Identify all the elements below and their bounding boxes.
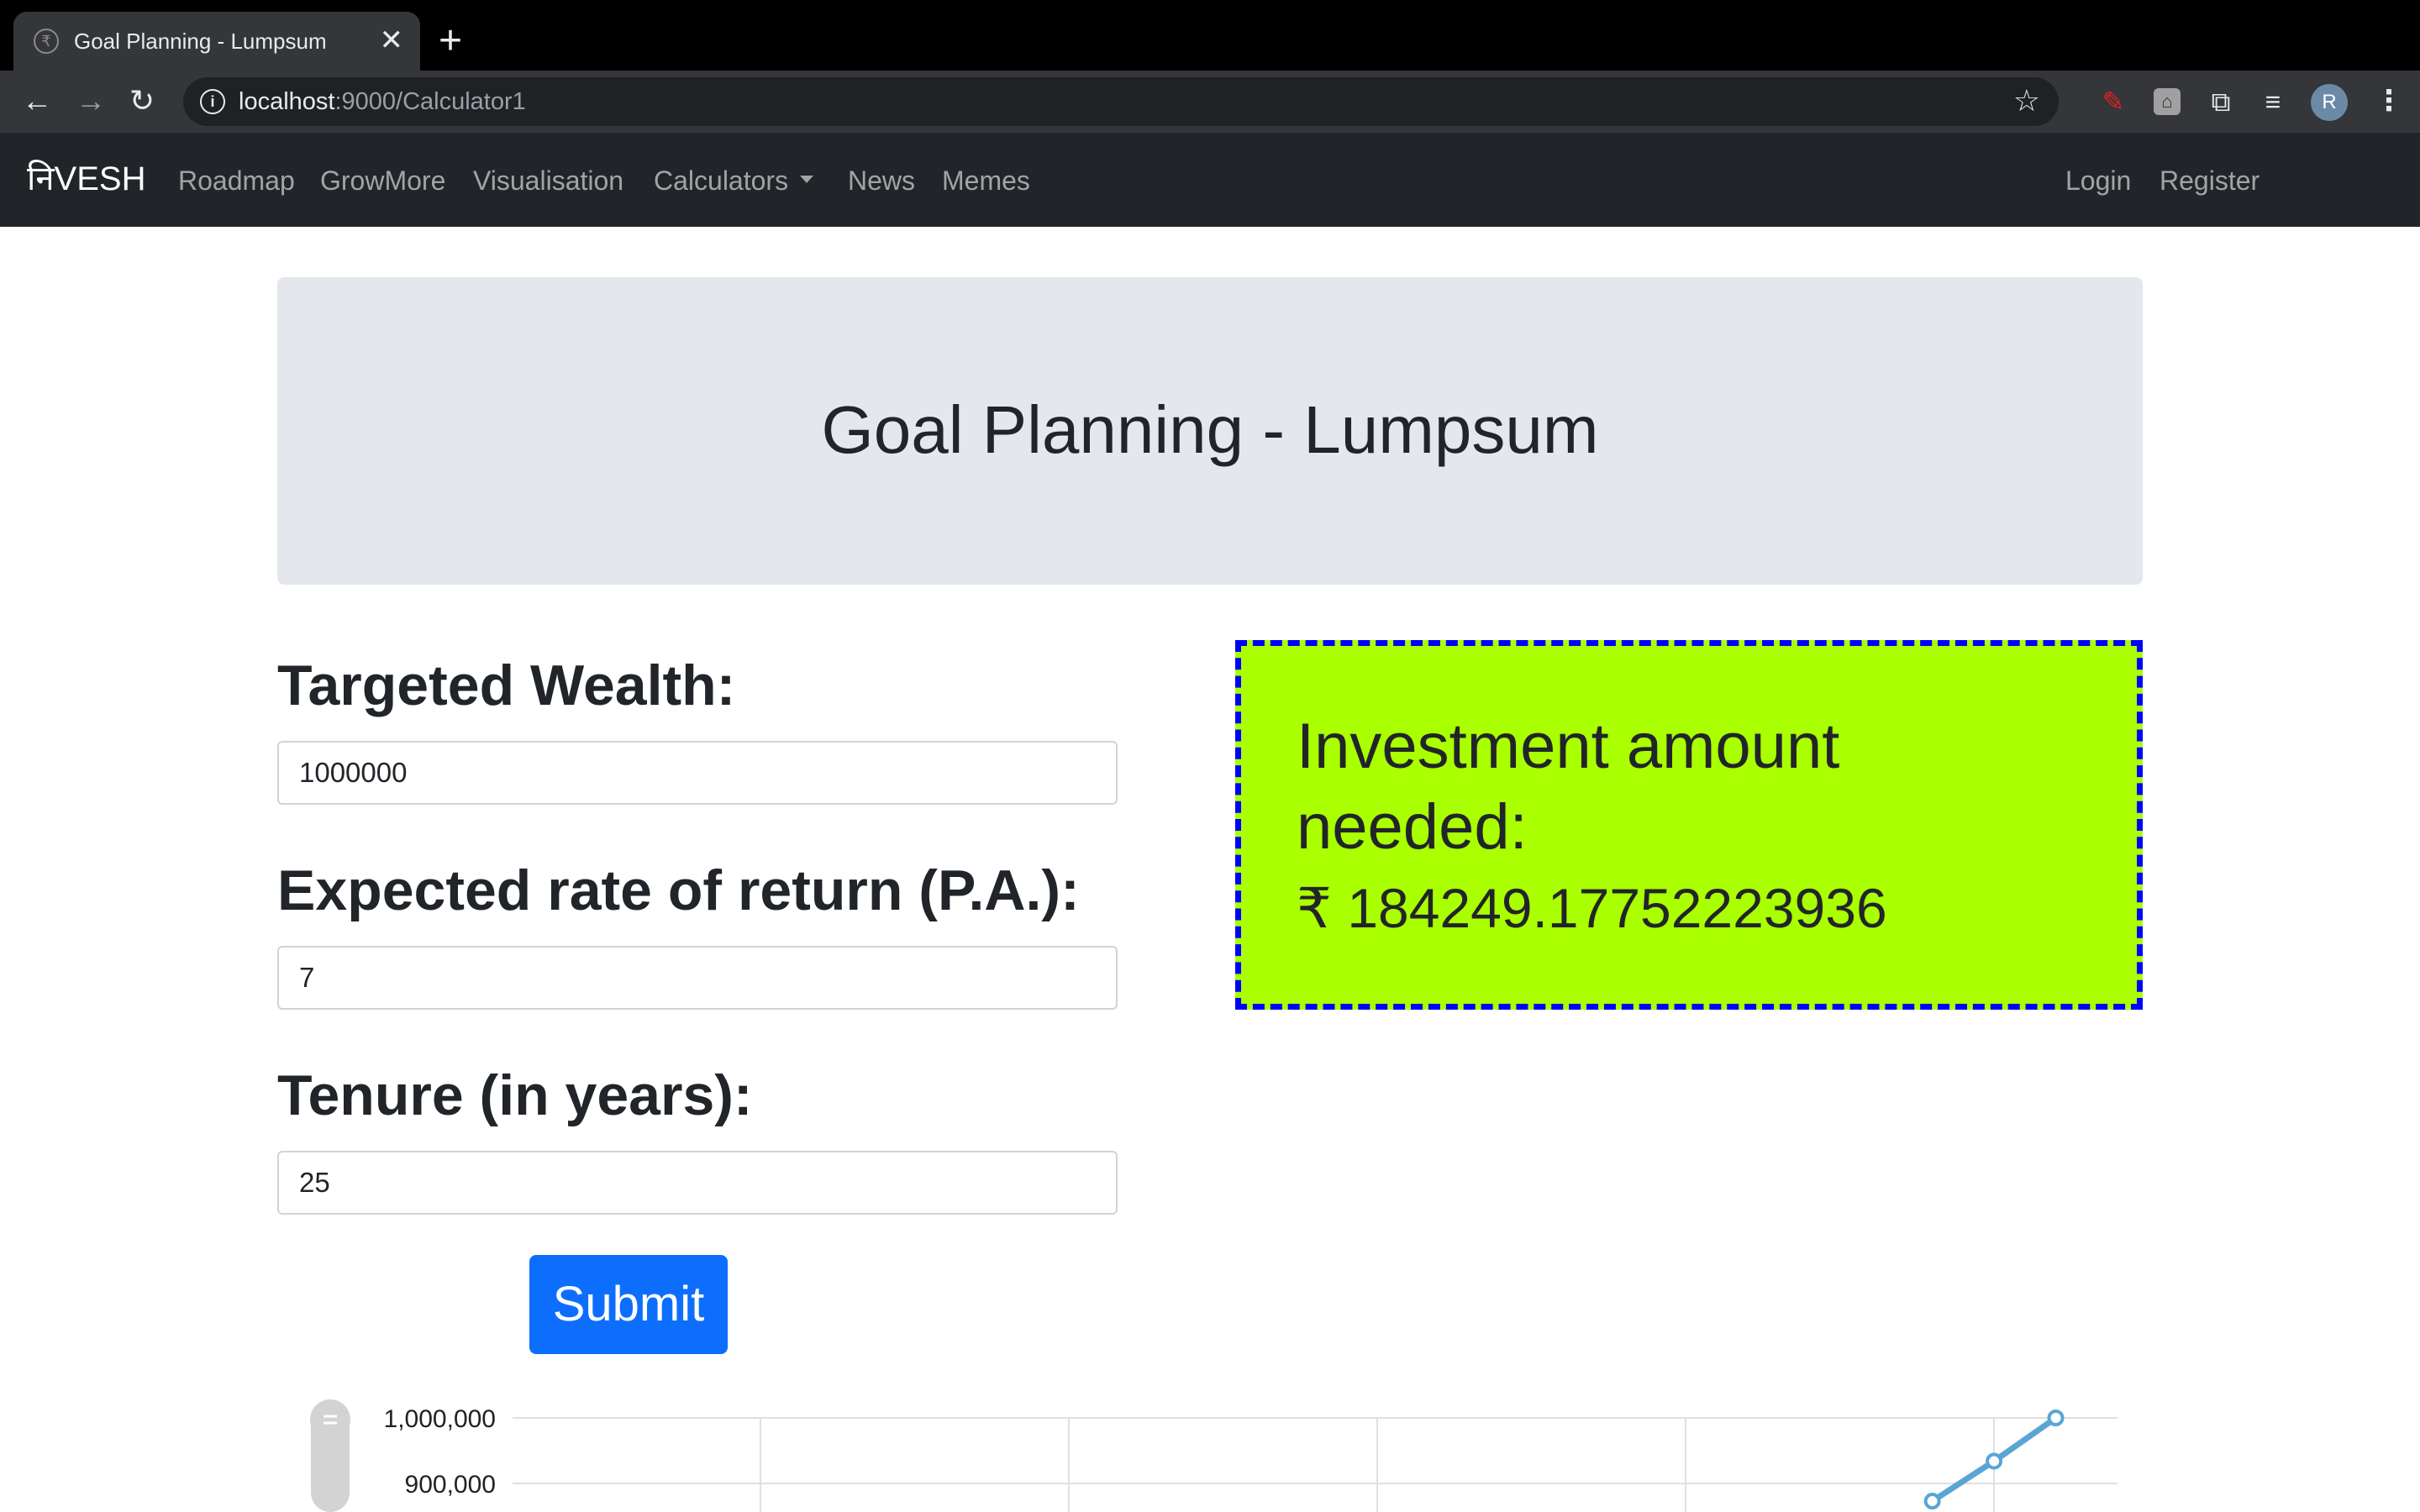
- browser-toolbar: ← → ↻ i localhost:9000/Calculator1 ☆ ✎ ⌂…: [0, 71, 2420, 133]
- puzzle-icon[interactable]: ⧉: [2205, 86, 2237, 118]
- result-box: Investment amount needed: ₹ 184249.17752…: [1235, 640, 2143, 1010]
- page-header: Goal Planning - Lumpsum: [277, 277, 2143, 585]
- chart-data-point[interactable]: [2047, 1410, 2065, 1426]
- favicon-icon: ₹: [34, 29, 59, 54]
- reading-list-icon[interactable]: ≡: [2257, 86, 2289, 118]
- nav-calculators-dropdown[interactable]: Calculators: [654, 163, 814, 198]
- browser-tab[interactable]: ₹ Goal Planning - Lumpsum ✕: [13, 12, 420, 71]
- nav-roadmap[interactable]: Roadmap: [178, 163, 295, 198]
- new-tab-icon[interactable]: +: [439, 20, 462, 62]
- rate-of-return-input[interactable]: [277, 946, 1118, 1010]
- kebab-menu-icon[interactable]: ⋮: [2375, 82, 2403, 119]
- box-extension-icon[interactable]: ⌂: [2154, 88, 2181, 115]
- reload-icon[interactable]: ↻: [129, 84, 155, 118]
- rate-of-return-label: Expected rate of return (P.A.):: [277, 858, 1080, 922]
- back-icon[interactable]: ←: [22, 84, 52, 118]
- nav-visualisation[interactable]: Visualisation: [473, 163, 623, 198]
- page-title: Goal Planning - Lumpsum: [821, 392, 1599, 467]
- caret-down-icon: [800, 176, 814, 184]
- brand-logo[interactable]: निVESH: [27, 158, 146, 200]
- nav-growmore[interactable]: GrowMore: [320, 163, 445, 198]
- nav-register[interactable]: Register: [2160, 163, 2260, 198]
- tenure-label: Tenure (in years):: [277, 1063, 753, 1127]
- url-text[interactable]: localhost:9000/Calculator1: [239, 87, 526, 116]
- nav-login[interactable]: Login: [2065, 163, 2131, 198]
- chart-y-ticks: 1,000,000 900,000: [384, 1405, 496, 1499]
- nav-news[interactable]: News: [848, 163, 915, 198]
- info-icon[interactable]: i: [200, 89, 225, 114]
- nav-memes[interactable]: Memes: [942, 163, 1030, 198]
- submit-button[interactable]: Submit: [529, 1255, 728, 1354]
- chart-grid: [513, 1417, 2118, 1512]
- browser-tab-strip: ₹ Goal Planning - Lumpsum ✕ +: [0, 0, 2420, 71]
- chart-y-tick-label: 1,000,000: [384, 1405, 496, 1433]
- growth-chart: 1,000,000 900,000: [310, 1399, 2118, 1512]
- chart-y-tick-label: 900,000: [405, 1471, 496, 1499]
- profile-avatar[interactable]: R: [2311, 84, 2348, 121]
- close-tab-icon[interactable]: ✕: [380, 24, 404, 57]
- tab-title: Goal Planning - Lumpsum: [74, 29, 327, 54]
- chart-data-point[interactable]: [1923, 1493, 1941, 1510]
- targeted-wealth-input[interactable]: [277, 741, 1118, 805]
- pen-extension-icon[interactable]: ✎: [2097, 86, 2129, 118]
- scroll-handle-knob-icon[interactable]: [310, 1399, 350, 1440]
- star-icon[interactable]: ☆: [2013, 84, 2040, 118]
- forward-icon[interactable]: →: [76, 84, 106, 118]
- address-bar[interactable]: i localhost:9000/Calculator1 ☆: [183, 77, 2059, 126]
- tenure-input[interactable]: [277, 1151, 1118, 1215]
- targeted-wealth-label: Targeted Wealth:: [277, 654, 736, 717]
- result-heading: Investment amount needed:: [1297, 711, 1840, 863]
- result-value: ₹ 184249.17752223936: [1297, 877, 1887, 939]
- site-navbar: निVESH Roadmap GrowMore Visualisation Ca…: [0, 133, 2420, 227]
- chart-data-point[interactable]: [1986, 1452, 2003, 1470]
